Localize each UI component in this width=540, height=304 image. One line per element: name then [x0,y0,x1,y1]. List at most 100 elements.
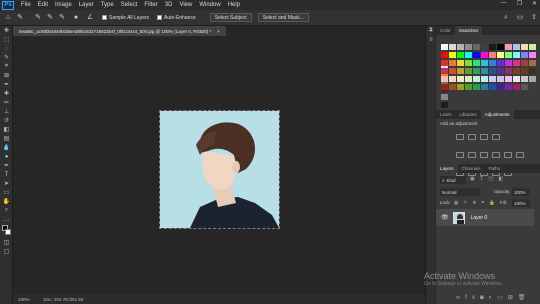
adjustment-layer-icon[interactable]: ◐ [489,295,498,301]
blend-mode-select[interactable]: Normal [440,188,480,196]
color-swatch[interactable] [504,83,512,90]
color-swatch[interactable] [456,83,464,90]
opacity-field[interactable]: 100% [512,188,530,196]
home-icon[interactable]: ⌂ [4,14,12,22]
levels-icon[interactable] [468,134,476,140]
color-swatch[interactable] [464,83,472,90]
crop-tool-icon[interactable]: ⌗ [0,62,13,71]
new-selection-icon[interactable]: ✎ [34,14,42,22]
auto-enhance-checkbox[interactable]: Auto-Enhance [157,15,196,21]
delete-icon[interactable]: 🗑 [518,295,531,301]
brush-angle-icon[interactable]: ∠ [86,14,94,22]
tab-channels[interactable]: Channels [458,164,485,173]
canvas-area[interactable] [13,36,425,294]
vibrance-icon[interactable] [456,152,464,158]
mask-icon[interactable]: ◙ [480,295,489,301]
clone-stamp-icon[interactable]: ⊥ [0,107,13,116]
eyedropper-tool-icon[interactable]: ✒ [0,80,13,89]
select-and-mask-button[interactable]: Select and Mask... [257,13,309,22]
move-tool-icon[interactable]: ✥ [0,26,13,35]
layer-name[interactable]: Layer 0 [471,215,488,221]
fill-field[interactable]: 100% [512,199,530,207]
color-swatch[interactable] [528,83,536,90]
channel-mixer-icon[interactable] [516,152,524,158]
path-selection-icon[interactable]: ➤ [0,179,13,188]
tab-adjustments[interactable]: Adjustments [480,110,514,119]
tab-learn[interactable]: Learn [436,110,456,119]
gradient-tool-icon[interactable]: ▤ [0,134,13,143]
more-tools-icon[interactable]: … [0,215,13,224]
lasso-tool-icon[interactable]: ◌ [0,44,13,53]
tab-layers[interactable]: Layers [436,164,458,173]
document-image[interactable] [159,110,280,229]
layer-filter-kind[interactable]: ⌕ Kind [440,176,466,184]
properties-panel-icon[interactable]: ≡ [426,35,436,44]
black-white-icon[interactable] [492,152,500,158]
menu-layer[interactable]: Layer [79,2,94,8]
workspace-icon[interactable]: ▭ [516,14,524,22]
screen-mode-icon[interactable]: ▢ [0,247,13,256]
menu-select[interactable]: Select [121,2,138,8]
color-swatch[interactable] [472,83,480,90]
rectangle-tool-icon[interactable]: ▭ [0,188,13,197]
checkbox-box[interactable] [102,15,107,20]
hand-tool-icon[interactable]: ✋ [0,197,13,206]
document-tab[interactable]: 5ea68c_ac9d0b4849b0d6e4d9b1632716822b4f_… [13,26,226,36]
minimize-button[interactable]: — [501,0,507,7]
type-tool-icon[interactable]: T [0,170,13,179]
layer-filter-icons[interactable]: ▣ T ◳ ◧ [470,176,505,182]
blur-tool-icon[interactable]: 💧 [0,143,13,152]
quick-mask-icon[interactable]: ◫ [0,238,13,247]
brush-tool-icon[interactable]: ✏ [0,98,13,107]
color-swatch[interactable] [520,83,528,90]
color-balance-icon[interactable] [480,152,488,158]
layer-row[interactable]: 👁 Layer 0 [436,209,534,226]
color-swatch[interactable] [480,83,488,90]
select-subject-button[interactable]: Select Subject [209,13,252,22]
menu-file[interactable]: File [21,2,31,8]
tab-color[interactable]: Color [436,26,455,35]
add-to-selection-icon[interactable]: ✎ [46,14,54,22]
link-icon[interactable]: ∞ [456,295,465,301]
marquee-tool-icon[interactable]: ⬚ [0,35,13,44]
tab-swatches[interactable]: Swatches [454,26,483,35]
exposure-icon[interactable] [492,134,500,140]
menu-window[interactable]: Window [199,2,220,8]
color-swatch[interactable] [496,83,504,90]
frame-tool-icon[interactable]: ⊠ [0,71,13,80]
curves-icon[interactable] [480,134,488,140]
color-swatch[interactable] [448,83,456,90]
sample-all-layers-checkbox[interactable]: Sample All Layers [102,15,149,21]
fx-icon[interactable]: fx [465,295,480,301]
zoom-tool-icon[interactable]: ⌕ [0,206,13,215]
eraser-tool-icon[interactable]: ◧ [0,125,13,134]
pen-tool-icon[interactable]: ✒ [0,161,13,170]
menu-view[interactable]: View [179,2,192,8]
checkbox-box[interactable] [157,15,163,20]
history-panel-icon[interactable]: ⧗ [426,26,436,35]
color-swatches-icon[interactable] [0,224,13,238]
eye-icon[interactable]: 👁 [441,214,449,221]
search-icon[interactable]: ⌕ [502,14,510,22]
menu-type[interactable]: Type [101,2,114,8]
color-swatch[interactable] [512,83,520,90]
history-brush-icon[interactable]: ↺ [0,116,13,125]
share-icon[interactable]: ⇪ [530,14,538,22]
group-icon[interactable]: ▭ [497,295,508,301]
document-size[interactable]: Doc: 304.7K/351.5K [44,297,84,302]
zoom-level[interactable]: 100% [18,297,30,302]
new-layer-icon[interactable]: ⊞ [508,295,518,301]
color-swatch[interactable] [440,83,448,90]
quick-selection-tool-icon[interactable]: ✎ [16,14,24,22]
color-swatch[interactable] [440,101,448,108]
menu-image[interactable]: Image [55,2,72,8]
menu-3d[interactable]: 3D [165,2,173,8]
quick-selection-tool-icon[interactable]: ✎ [0,53,13,62]
photo-filter-icon[interactable] [504,152,512,158]
tab-paths[interactable]: Paths [485,164,505,173]
subtract-selection-icon[interactable]: ✎ [58,14,66,22]
close-tab-icon[interactable]: × [217,29,220,34]
hue-saturation-icon[interactable] [468,152,476,158]
brightness-contrast-icon[interactable] [456,134,464,140]
close-window-button[interactable]: ✕ [532,0,537,7]
